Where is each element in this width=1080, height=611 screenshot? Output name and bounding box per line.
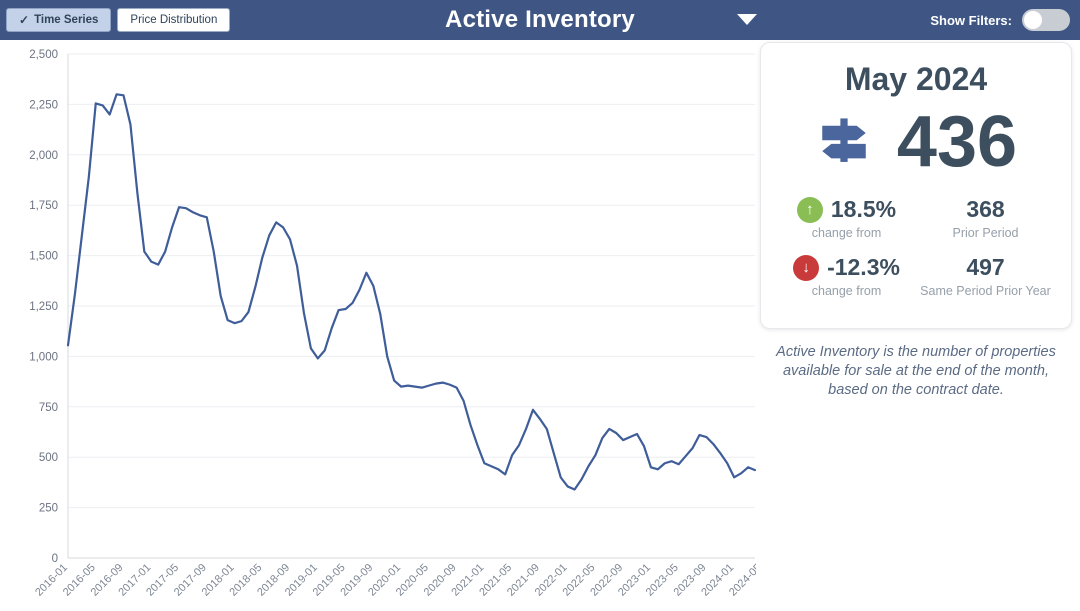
stat-value-prior-period: 368 Prior Period [916, 196, 1055, 240]
dashboard-root: ✓ Time Series Price Distribution Active … [0, 0, 1080, 611]
period-label: May 2024 [777, 61, 1055, 98]
show-filters-control: Show Filters: [930, 0, 1070, 40]
y-axis-tick: 1,500 [29, 251, 58, 263]
tab-time-series-label: Time Series [34, 14, 98, 26]
change-caption-prior-period: change from [812, 226, 881, 240]
chart-canvas: 0 250 500 750 1,000 1,250 1,500 1,750 2,000 2,250… [0, 40, 756, 611]
summary-panel: May 2024 436 ↑ 18.5% [760, 42, 1072, 400]
metric-card: May 2024 436 ↑ 18.5% [760, 42, 1072, 329]
chevron-down-icon[interactable] [737, 14, 757, 25]
y-axis-tick: 2,500 [29, 49, 58, 61]
y-axis-tick: 1,250 [29, 301, 58, 313]
arrow-up-glyph: ↑ [806, 202, 814, 217]
signpost-icon [815, 113, 873, 171]
stat-value-prior-year: 497 Same Period Prior Year [916, 254, 1055, 298]
prior-period-value: 368 [966, 196, 1004, 223]
metric-description: Active Inventory is the number of proper… [760, 343, 1072, 400]
y-axis-tick: 500 [39, 452, 58, 464]
y-axis-tick: 1,750 [29, 200, 58, 212]
stat-change-prior-year: ↓ -12.3% change from [777, 254, 916, 298]
metric-main-row: 436 [777, 106, 1055, 178]
stat-row-prior-period: ↑ 18.5% change from 368 Prior Period [777, 196, 1055, 240]
tab-price-distribution[interactable]: Price Distribution [117, 8, 230, 32]
toggle-knob [1024, 11, 1042, 29]
check-icon: ✓ [19, 14, 29, 26]
series-line-active-inventory [68, 94, 755, 489]
y-axis-tick: 2,250 [29, 99, 58, 111]
view-tab-group: ✓ Time Series Price Distribution [0, 8, 230, 32]
app-header: ✓ Time Series Price Distribution Active … [0, 0, 1080, 40]
change-percent-prior-period: 18.5% [831, 196, 896, 223]
show-filters-toggle[interactable] [1022, 9, 1070, 31]
prior-period-caption: Prior Period [953, 226, 1019, 240]
tab-price-distribution-label: Price Distribution [130, 14, 217, 26]
stat-row-prior-year: ↓ -12.3% change from 497 Same Period Pri… [777, 254, 1055, 298]
y-axis-tick: 1,000 [29, 351, 58, 363]
arrow-down-glyph: ↓ [802, 260, 810, 275]
y-axis-tick: 250 [39, 503, 58, 515]
prior-year-caption: Same Period Prior Year [920, 284, 1051, 298]
prior-year-value: 497 [966, 254, 1004, 281]
metric-value: 436 [897, 106, 1017, 178]
arrow-down-icon: ↓ [793, 255, 819, 281]
stat-change-prior-period: ↑ 18.5% change from [777, 196, 916, 240]
time-series-chart[interactable]: 0 250 500 750 1,000 1,250 1,500 1,750 2,000 2,250… [0, 40, 756, 611]
change-caption-prior-year: change from [812, 284, 881, 298]
change-percent-prior-year: -12.3% [827, 254, 900, 281]
tab-time-series[interactable]: ✓ Time Series [6, 8, 111, 32]
y-axis-tick: 2,000 [29, 150, 58, 162]
arrow-up-icon: ↑ [797, 197, 823, 223]
y-axis-tick: 750 [39, 402, 58, 414]
show-filters-label: Show Filters: [930, 13, 1012, 28]
y-axis-tick: 0 [52, 553, 58, 565]
